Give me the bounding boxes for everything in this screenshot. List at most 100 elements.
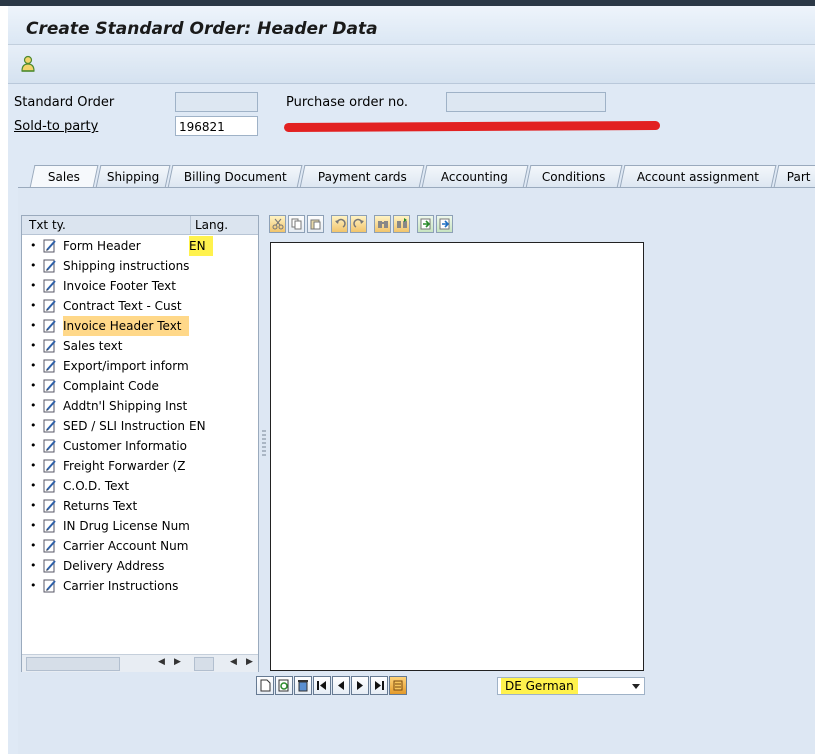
edit-text-icon[interactable] [43, 279, 57, 293]
edit-text-icon[interactable] [43, 519, 57, 533]
list-item[interactable]: • Returns Text [22, 496, 258, 516]
list-item[interactable]: • Invoice Footer Text [22, 276, 258, 296]
tab-conditions[interactable]: Conditions [525, 165, 623, 188]
text-editor[interactable] [270, 242, 644, 671]
edit-text-icon[interactable] [43, 399, 57, 413]
splitter-grip[interactable] [262, 430, 266, 456]
scroll-thumb-lang[interactable] [194, 657, 214, 671]
find-next-icon[interactable] [393, 215, 410, 233]
list-item[interactable]: • Form Header EN [22, 236, 258, 256]
bullet-icon: • [30, 519, 37, 532]
page-title: Create Standard Order: Header Data [26, 19, 378, 39]
list-item[interactable]: • Carrier Account Num [22, 536, 258, 556]
edit-text-icon[interactable] [43, 379, 57, 393]
tab-accounting[interactable]: Accounting [421, 165, 529, 188]
scroll-right-arrow-icon[interactable]: ▶ [174, 657, 181, 667]
list-horizontal-scrollbar[interactable]: ◀ ▶ ◀ ▶ [22, 654, 258, 672]
edit-text-icon[interactable] [43, 419, 57, 433]
language-dropdown[interactable]: DE German [497, 677, 645, 695]
list-item[interactable]: • Complaint Code [22, 376, 258, 396]
tab-account-assignment[interactable]: Account assignment [619, 165, 777, 188]
language-code: EN [189, 419, 206, 433]
undo-icon[interactable] [331, 215, 348, 233]
partner-person-icon[interactable] [20, 55, 36, 73]
list-item[interactable]: • Carrier Instructions [22, 576, 258, 596]
list-item[interactable]: • Contract Text - Cust [22, 296, 258, 316]
col-language-header[interactable]: Lang. [190, 216, 259, 234]
next-page-icon[interactable] [351, 676, 369, 695]
first-page-icon[interactable] [313, 676, 331, 695]
bullet-icon: • [30, 399, 37, 412]
tab-sales[interactable]: Sales [29, 165, 99, 188]
copy-icon[interactable] [288, 215, 305, 233]
list-item[interactable]: • Sales text [22, 336, 258, 356]
edit-text-icon[interactable] [43, 579, 57, 593]
bullet-icon: • [30, 439, 37, 452]
tab-payment-cards[interactable]: Payment cards [299, 165, 425, 188]
tab-billing-document[interactable]: Billing Document [167, 165, 303, 188]
edit-text-icon[interactable] [43, 439, 57, 453]
tab-partners[interactable]: Part [773, 165, 815, 187]
list-item[interactable]: • Invoice Header Text [22, 316, 258, 336]
edit-text-icon[interactable] [43, 559, 57, 573]
list-item[interactable]: • IN Drug License Num [22, 516, 258, 536]
edit-text-icon[interactable] [43, 499, 57, 513]
edit-text-icon[interactable] [43, 319, 57, 333]
edit-text-icon[interactable] [43, 479, 57, 493]
edit-text-icon[interactable] [43, 459, 57, 473]
scroll-thumb-text[interactable] [26, 657, 120, 671]
purchase-order-field[interactable] [446, 92, 606, 112]
display-detail-icon[interactable] [275, 676, 293, 695]
list-item[interactable]: • SED / SLI Instruction EN [22, 416, 258, 436]
sold-to-party-field[interactable]: 196821 [175, 116, 258, 136]
download-icon[interactable] [436, 215, 453, 233]
bullet-icon: • [30, 359, 37, 372]
list-item[interactable]: • C.O.D. Text [22, 476, 258, 496]
list-item[interactable]: • Customer Informatio [22, 436, 258, 456]
tab-strip: Sales Shipping Billing Document Payment … [18, 165, 815, 188]
list-item[interactable]: • Freight Forwarder (Z [22, 456, 258, 476]
sold-to-party-label[interactable]: Sold-to party [14, 119, 98, 134]
delete-icon[interactable] [294, 676, 312, 695]
list-item[interactable]: • Shipping instructions [22, 256, 258, 276]
tab-shipping[interactable]: Shipping [95, 165, 171, 188]
cut-icon[interactable] [269, 215, 286, 233]
bullet-icon: • [30, 299, 37, 312]
text-type-label: Customer Informatio [63, 439, 187, 453]
bullet-icon: • [30, 319, 37, 332]
list-item[interactable]: • Addtn'l Shipping Inst [22, 396, 258, 416]
text-log-icon[interactable] [389, 676, 407, 695]
bullet-icon: • [30, 339, 37, 352]
edit-text-icon[interactable] [43, 239, 57, 253]
redo-icon[interactable] [350, 215, 367, 233]
application-toolbar [8, 45, 815, 84]
new-document-icon[interactable] [256, 676, 274, 695]
edit-text-icon[interactable] [43, 259, 57, 273]
bullet-icon: • [30, 539, 37, 552]
paste-icon[interactable] [307, 215, 324, 233]
list-item[interactable]: • Delivery Address [22, 556, 258, 576]
previous-page-icon[interactable] [332, 676, 350, 695]
bullet-icon: • [30, 499, 37, 512]
text-type-label: IN Drug License Num [63, 519, 189, 533]
edit-text-icon[interactable] [43, 359, 57, 373]
scroll-left-arrow-icon[interactable]: ◀ [158, 657, 165, 667]
bullet-icon: • [30, 479, 37, 492]
text-type-label: Carrier Account Num [63, 539, 189, 553]
list-item[interactable]: • Export/import inform [22, 356, 258, 376]
bullet-icon: • [30, 379, 37, 392]
scroll-left-arrow-icon[interactable]: ◀ [230, 657, 237, 667]
col-text-type-header[interactable]: Txt ty. [29, 218, 66, 232]
edit-text-icon[interactable] [43, 539, 57, 553]
edit-text-icon[interactable] [43, 299, 57, 313]
chevron-down-icon[interactable] [632, 684, 640, 689]
text-type-label: Returns Text [63, 499, 138, 513]
list-rows: • Form Header EN • Shipping instructions • Inv… [22, 236, 258, 596]
scroll-right-arrow-icon[interactable]: ▶ [246, 657, 253, 667]
standard-order-field[interactable] [175, 92, 258, 112]
find-icon[interactable] [374, 215, 391, 233]
upload-icon[interactable] [417, 215, 434, 233]
bullet-icon: • [30, 239, 37, 252]
last-page-icon[interactable] [370, 676, 388, 695]
edit-text-icon[interactable] [43, 339, 57, 353]
